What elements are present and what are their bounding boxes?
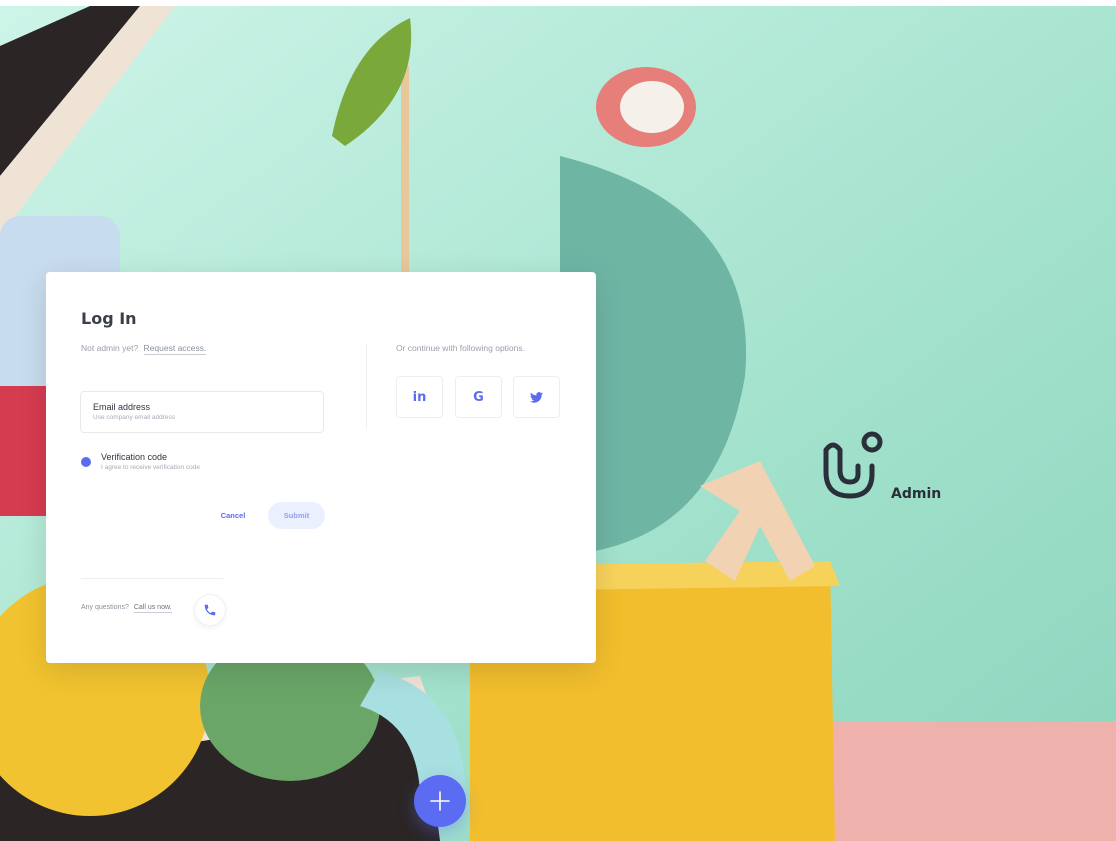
call-button[interactable] <box>194 594 226 626</box>
email-hint: Use company email address <box>93 414 176 421</box>
linkedin-icon: in <box>412 389 427 405</box>
verification-label: Verification code <box>101 452 168 462</box>
request-access-line: Not admin yet? Request access. <box>81 343 207 355</box>
login-card: Log In Not admin yet? Request access. Em… <box>46 272 596 663</box>
verification-code-option[interactable]: Verification code I agree to receive ver… <box>81 450 321 474</box>
stethoscope-u-logo <box>823 431 883 499</box>
google-icon: G <box>473 389 484 405</box>
twitter-bird-icon <box>530 391 543 403</box>
linkedin-button[interactable]: in <box>396 376 443 418</box>
verification-radio[interactable] <box>81 457 91 467</box>
phone-icon <box>204 604 216 616</box>
column-divider <box>366 344 367 429</box>
brand-name: Admin <box>891 486 942 502</box>
verification-hint: I agree to receive verification code <box>101 464 200 471</box>
google-button[interactable]: G <box>455 376 502 418</box>
not-admin-text: Not admin yet? <box>81 343 139 353</box>
email-field[interactable]: Email address Use company email address <box>80 391 324 433</box>
page-title: Log In <box>81 309 137 328</box>
brand-logo: Admin <box>820 430 950 510</box>
twitter-button[interactable] <box>513 376 560 418</box>
questions-text: Any questions? <box>81 604 129 611</box>
footer-divider <box>81 578 223 579</box>
request-access-link[interactable]: Request access. <box>143 343 207 355</box>
call-us-link[interactable]: Call us now. <box>133 604 172 613</box>
plus-icon <box>430 791 450 811</box>
social-heading: Or continue with following options. <box>396 343 525 353</box>
cancel-button[interactable]: Cancel <box>211 504 255 526</box>
submit-button[interactable]: Submit <box>268 502 325 529</box>
questions-line: Any questions? Call us now. <box>81 604 172 613</box>
add-button[interactable] <box>414 775 466 827</box>
email-label: Email address <box>93 402 151 412</box>
